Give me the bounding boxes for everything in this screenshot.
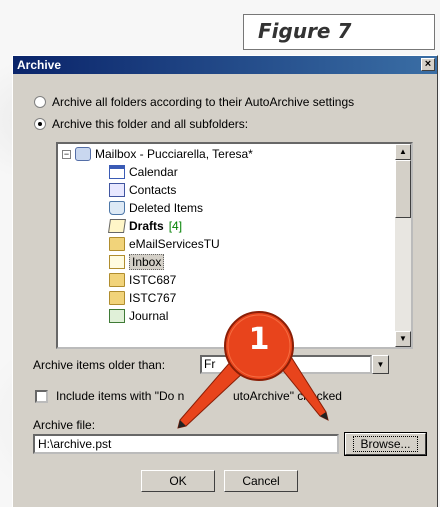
radio-button[interactable]	[34, 96, 46, 108]
tree-item-label: ISTC687	[129, 273, 177, 287]
folder-icon	[109, 237, 125, 251]
radio-archive-all-label: Archive all folders according to their A…	[52, 95, 355, 109]
folder-tree[interactable]: − Mailbox - Pucciarella, Teresa* Calenda…	[56, 142, 413, 349]
tree-item-journal[interactable]: Journal	[109, 307, 168, 325]
close-button[interactable]: ×	[421, 58, 435, 71]
unread-count: [4]	[168, 219, 183, 233]
dialog-title: Archive	[17, 58, 62, 72]
scrollbar-thumb[interactable]	[395, 160, 411, 218]
archive-file-value: H:\archive.pst	[38, 437, 112, 451]
radio-button-checked[interactable]	[34, 118, 46, 130]
scroll-up-icon: ▲	[399, 147, 407, 156]
tree-item-inbox[interactable]: Inbox	[109, 253, 165, 271]
tree-item-deleted-items[interactable]: Deleted Items	[109, 199, 203, 217]
include-items-label-start: Include items with "Do n	[56, 389, 185, 403]
ok-button[interactable]: OK	[141, 470, 215, 492]
tree-item-label: eMailServicesTU	[129, 237, 220, 251]
tree-item-drafts[interactable]: Drafts [4]	[108, 217, 183, 235]
calendar-icon	[109, 165, 125, 179]
tree-item-label: Deleted Items	[129, 201, 204, 215]
browse-button-label: Browse...	[353, 436, 418, 452]
scroll-down-icon: ▼	[399, 334, 407, 343]
drafts-icon	[108, 219, 126, 233]
tree-item-label: Inbox	[129, 254, 165, 270]
radio-archive-this-label: Archive this folder and all subfolders:	[52, 117, 249, 131]
radio-archive-this[interactable]: Archive this folder and all subfolders:	[34, 116, 248, 132]
tree-item-contacts[interactable]: Contacts	[109, 181, 176, 199]
figure-label: Figure 7	[243, 14, 435, 50]
folder-icon	[109, 291, 125, 305]
archive-file-input[interactable]: H:\archive.pst	[33, 434, 339, 454]
tree-item-label: Journal	[129, 309, 169, 323]
mailbox-icon	[75, 147, 91, 161]
archive-dialog: Archive × Archive all folders according …	[12, 55, 438, 507]
tree-item-label: Drafts	[129, 219, 164, 233]
close-icon: ×	[424, 58, 432, 70]
tree-root-label: Mailbox - Pucciarella, Teresa*	[95, 147, 253, 161]
older-than-combo[interactable]: Fr	[200, 355, 372, 374]
collapse-icon[interactable]: −	[62, 149, 71, 159]
tree-item-calendar[interactable]: Calendar	[109, 163, 178, 181]
archive-file-label: Archive file:	[33, 418, 96, 432]
tree-item-label: Contacts	[129, 183, 177, 197]
older-than-dropdown-button[interactable]: ▼	[372, 355, 389, 374]
cancel-button-label: Cancel	[242, 474, 280, 488]
include-items-checkbox[interactable]	[35, 390, 48, 403]
tree-root[interactable]: − Mailbox - Pucciarella, Teresa*	[62, 145, 253, 163]
journal-icon	[109, 309, 125, 323]
chevron-down-icon: ▼	[376, 360, 385, 369]
radio-archive-all[interactable]: Archive all folders according to their A…	[34, 94, 354, 110]
folder-icon	[109, 273, 125, 287]
dialog-titlebar: Archive ×	[13, 56, 437, 74]
browse-button[interactable]: Browse...	[344, 432, 427, 456]
scroll-up-button[interactable]: ▲	[395, 144, 411, 160]
tree-item-istc687[interactable]: ISTC687	[109, 271, 176, 289]
contacts-icon	[109, 183, 125, 197]
tree-item-istc767[interactable]: ISTC767	[109, 289, 176, 307]
cancel-button[interactable]: Cancel	[224, 470, 298, 492]
scroll-down-button[interactable]: ▼	[395, 331, 411, 347]
tree-item-label: Calendar	[129, 165, 178, 179]
inbox-icon	[109, 255, 125, 269]
ok-button-label: OK	[169, 474, 187, 488]
tree-item-label: ISTC767	[129, 291, 177, 305]
tree-item-emailservicestu[interactable]: eMailServicesTU	[109, 235, 220, 253]
callout-number: 1	[248, 322, 270, 357]
older-than-value: Fr	[204, 357, 216, 371]
include-items-label-end: utoArchive" checked	[233, 389, 342, 403]
older-than-label: Archive items older than:	[33, 358, 166, 372]
deleted-items-icon	[109, 201, 125, 215]
tree-scrollbar[interactable]: ▲ ▼	[395, 144, 411, 347]
